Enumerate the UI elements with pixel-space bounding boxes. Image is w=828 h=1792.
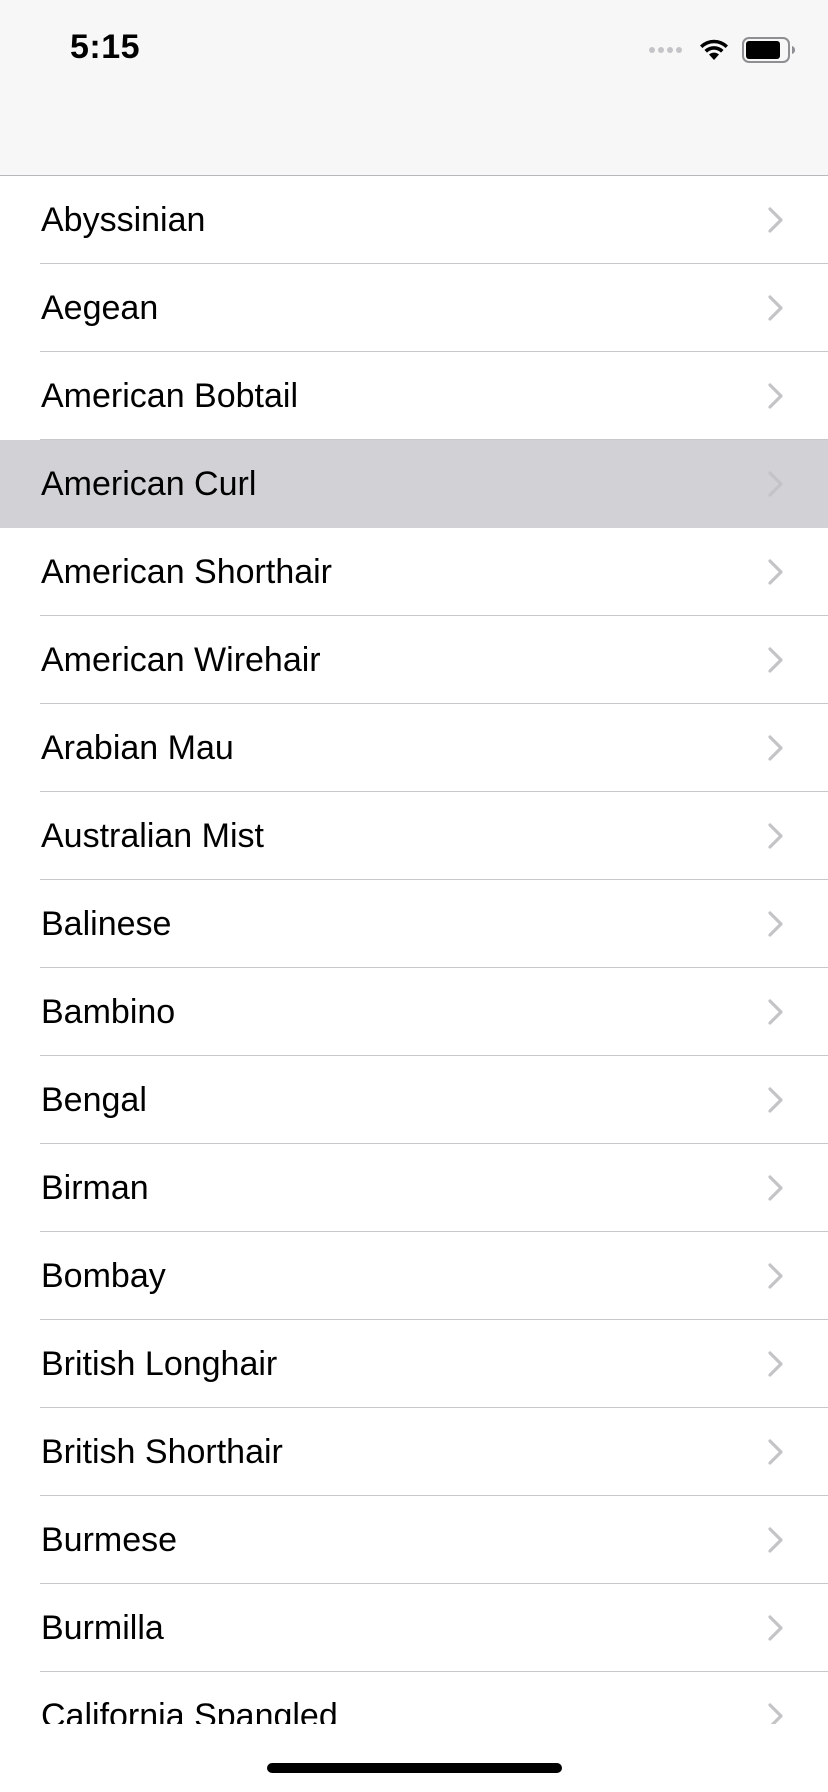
list-item[interactable]: Burmilla — [0, 1584, 828, 1672]
chevron-right-icon — [768, 911, 783, 937]
list-item-label: Bambino — [41, 993, 176, 1031]
list-item-label: American Shorthair — [41, 553, 333, 591]
list-item[interactable]: Bombay — [0, 1232, 828, 1320]
chevron-right-icon — [768, 999, 783, 1025]
list-item[interactable]: Australian Mist — [0, 792, 828, 880]
wifi-icon — [698, 38, 730, 62]
chevron-right-icon — [768, 1439, 783, 1465]
list-item[interactable]: British Longhair — [0, 1320, 828, 1408]
list-item[interactable]: Burmese — [0, 1496, 828, 1584]
battery-icon — [742, 37, 796, 63]
chevron-right-icon — [768, 735, 783, 761]
chevron-right-icon — [768, 1351, 783, 1377]
chevron-right-icon — [768, 647, 783, 673]
list-item[interactable]: Bambino — [0, 968, 828, 1056]
list-item-label: Abyssinian — [41, 201, 206, 239]
navigation-bar: 5:15 — [0, 0, 828, 176]
list-item-label: Balinese — [41, 905, 172, 943]
chevron-right-icon — [768, 1703, 783, 1724]
status-icons — [649, 34, 796, 66]
list-item-label: Australian Mist — [41, 817, 264, 855]
list-item-label: Bombay — [41, 1257, 166, 1295]
list-item-label: American Wirehair — [41, 641, 321, 679]
chevron-right-icon — [768, 383, 783, 409]
list-item-label: British Longhair — [41, 1345, 278, 1383]
chevron-right-icon — [768, 1263, 783, 1289]
list-item-label: Burmilla — [41, 1609, 164, 1647]
chevron-right-icon — [768, 559, 783, 585]
list-item-label: Bengal — [41, 1081, 147, 1119]
list-item[interactable]: Abyssinian — [0, 176, 828, 264]
list-item[interactable]: American Wirehair — [0, 616, 828, 704]
home-indicator[interactable] — [267, 1763, 562, 1773]
chevron-right-icon — [768, 471, 783, 497]
list-item[interactable]: Balinese — [0, 880, 828, 968]
screen: 5:15 Abyssinian Aegean American Bobtail … — [0, 0, 828, 1792]
list-item-label: Aegean — [41, 289, 159, 327]
list-item[interactable]: Birman — [0, 1144, 828, 1232]
list-item-label: American Curl — [41, 465, 257, 503]
list-item[interactable]: American Bobtail — [0, 352, 828, 440]
status-time: 5:15 — [70, 28, 141, 66]
list-item[interactable]: California Spangled — [0, 1672, 828, 1724]
list-item[interactable]: Bengal — [0, 1056, 828, 1144]
chevron-right-icon — [768, 295, 783, 321]
list-item-label: British Shorthair — [41, 1433, 283, 1471]
cellular-signal-icon — [649, 47, 682, 53]
list-item-label: California Spangled — [41, 1697, 338, 1724]
list-item[interactable]: American Curl — [0, 440, 828, 528]
chevron-right-icon — [768, 1615, 783, 1641]
list-item-label: Arabian Mau — [41, 729, 234, 767]
chevron-right-icon — [768, 1527, 783, 1553]
list-item-label: American Bobtail — [41, 377, 299, 415]
list-item[interactable]: Arabian Mau — [0, 704, 828, 792]
chevron-right-icon — [768, 1087, 783, 1113]
chevron-right-icon — [768, 823, 783, 849]
list-item[interactable]: Aegean — [0, 264, 828, 352]
chevron-right-icon — [768, 1175, 783, 1201]
list-item-label: Birman — [41, 1169, 149, 1207]
list-item[interactable]: American Shorthair — [0, 528, 828, 616]
breed-list[interactable]: Abyssinian Aegean American Bobtail American… — [0, 176, 828, 1724]
list-item[interactable]: British Shorthair — [0, 1408, 828, 1496]
chevron-right-icon — [768, 207, 783, 233]
list-item-label: Burmese — [41, 1521, 178, 1559]
